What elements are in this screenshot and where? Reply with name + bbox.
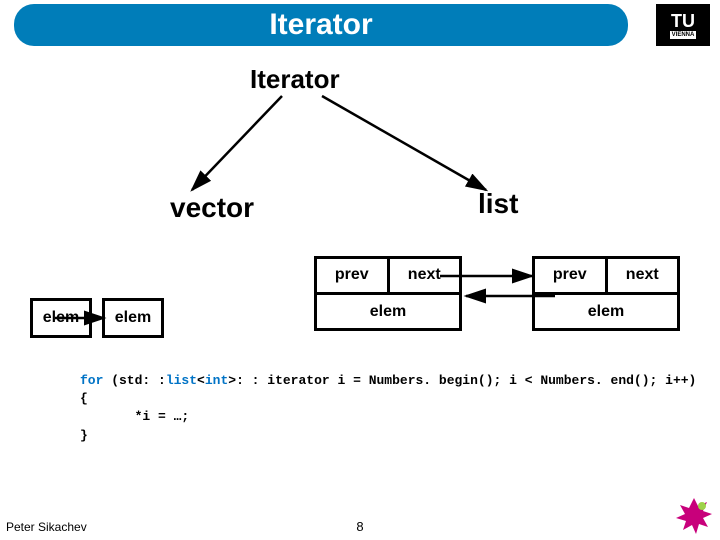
vector-cell-0: elem xyxy=(30,298,92,338)
arrow-iterator-to-list xyxy=(322,96,486,190)
vector-cell-1: elem xyxy=(102,298,164,338)
code-block: for (std: :list<int>: : iterator i = Num… xyxy=(80,372,696,445)
slide-title: Iterator xyxy=(269,8,372,42)
list-node-1-next: next xyxy=(608,259,678,292)
list-node-0-prev: prev xyxy=(317,259,390,292)
logo-sub: VIENNA xyxy=(670,31,697,39)
vector-label: vector xyxy=(170,192,254,224)
list-node-0-next: next xyxy=(390,259,460,292)
kw-int: int xyxy=(205,373,228,388)
footer-author: Peter Sikachev xyxy=(6,520,87,534)
list-label: list xyxy=(478,188,518,220)
list-node-1: prev next elem xyxy=(532,256,680,331)
splat-icon xyxy=(674,496,714,536)
iterator-root-label: Iterator xyxy=(250,64,340,95)
kw-list: list xyxy=(166,373,197,388)
list-node-0-data: elem xyxy=(317,295,459,329)
logo-main: TU xyxy=(671,12,695,30)
slide-title-bar: Iterator xyxy=(14,4,628,46)
arrow-iterator-to-vector xyxy=(192,96,282,190)
kw-for: for xyxy=(80,373,103,388)
list-node-1-data: elem xyxy=(535,295,677,329)
list-node-1-prev: prev xyxy=(535,259,608,292)
list-node-0: prev next elem xyxy=(314,256,462,331)
university-logo: TU VIENNA xyxy=(656,4,710,46)
footer-page-number: 8 xyxy=(356,519,363,534)
